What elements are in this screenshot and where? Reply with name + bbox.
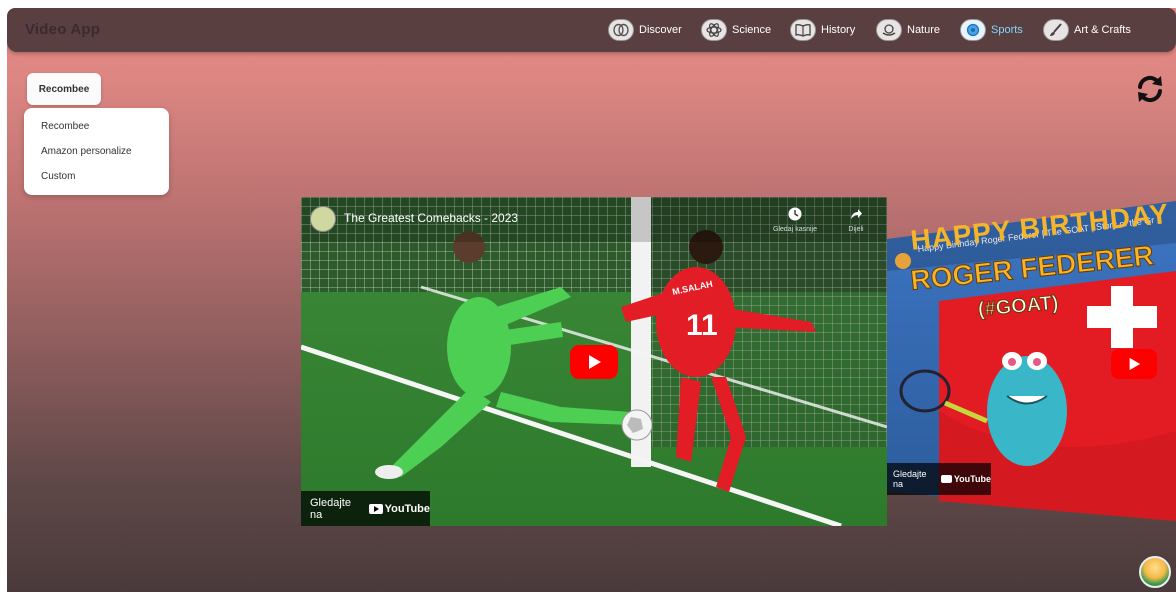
nav-item-nature[interactable]: Nature: [876, 18, 940, 42]
watch-later-label: Gledaj kasnije: [773, 226, 817, 233]
side-watch-on-youtube[interactable]: Gledajte na YouTube: [887, 463, 991, 495]
side-youtube-wordmark: YouTube: [953, 474, 991, 484]
dropdown-option-recombee[interactable]: Recombee: [41, 121, 89, 132]
side-play-icon: [1129, 357, 1141, 371]
side-play-button[interactable]: [1111, 349, 1157, 379]
dropdown-option-amazon-personalize[interactable]: Amazon personalize: [41, 146, 132, 157]
nav-item-discover[interactable]: Discover: [608, 18, 682, 42]
nav-label-sports: Sports: [991, 24, 1023, 36]
video-title[interactable]: The Greatest Comebacks - 2023: [344, 211, 518, 225]
share-label: Dijeli: [848, 226, 864, 233]
recommender-select-button[interactable]: Recombee: [27, 73, 101, 105]
nav-label-discover: Discover: [639, 24, 682, 36]
nav-item-science[interactable]: Science: [701, 18, 771, 42]
nav-label-history: History: [821, 24, 856, 36]
top-navbar: Video App Discover Science History Natur…: [7, 8, 1176, 52]
atom-icon: [701, 19, 727, 41]
user-avatar[interactable]: [1139, 556, 1171, 588]
app-title[interactable]: Video App: [25, 21, 100, 38]
nav-item-sports[interactable]: Sports: [960, 18, 1023, 42]
app-frame: Video App Discover Science History Natur…: [7, 8, 1176, 592]
player-number: 11: [686, 309, 718, 342]
watch-on-youtube-button[interactable]: Gledajte na YouTube: [301, 491, 430, 526]
main-video-player[interactable]: 11 M.SALAH The Greatest Comebacks - 2023…: [301, 197, 887, 526]
brush-icon: [1043, 19, 1069, 41]
ball-icon: [960, 19, 986, 41]
nav-label-science: Science: [732, 24, 772, 36]
clock-icon: [788, 207, 802, 221]
play-button[interactable]: [570, 345, 618, 379]
side-youtube-logo-icon: [941, 475, 952, 483]
channel-avatar[interactable]: [310, 206, 336, 232]
recommender-dropdown-menu: Recombee Amazon personalize Custom: [24, 108, 169, 195]
brain-icon: [608, 19, 634, 41]
dropdown-option-custom[interactable]: Custom: [41, 171, 75, 182]
nav-item-art-crafts[interactable]: Art & Crafts: [1043, 18, 1131, 42]
youtube-wordmark: YouTube: [384, 502, 430, 515]
book-icon: [790, 19, 816, 41]
globe-hands-icon: [876, 19, 902, 41]
play-icon: [589, 355, 601, 369]
share-arrow-icon: [851, 209, 862, 219]
youtube-logo-icon: [369, 503, 383, 514]
watch-later-button[interactable]: Gledaj kasnije: [767, 207, 823, 233]
share-button[interactable]: Dijeli: [841, 207, 871, 233]
nav-label-art-crafts: Art & Crafts: [1074, 24, 1131, 36]
watch-on-label: Gledajte na: [310, 496, 351, 521]
nav-label-nature: Nature: [907, 24, 941, 36]
nav-item-history[interactable]: History: [790, 18, 855, 42]
side-video-card[interactable]: Happy Birthday Roger Federer | The GOAT …: [887, 201, 1176, 521]
side-watch-on-label: Gledajte na: [893, 469, 927, 489]
refresh-icon[interactable]: [1133, 72, 1167, 106]
